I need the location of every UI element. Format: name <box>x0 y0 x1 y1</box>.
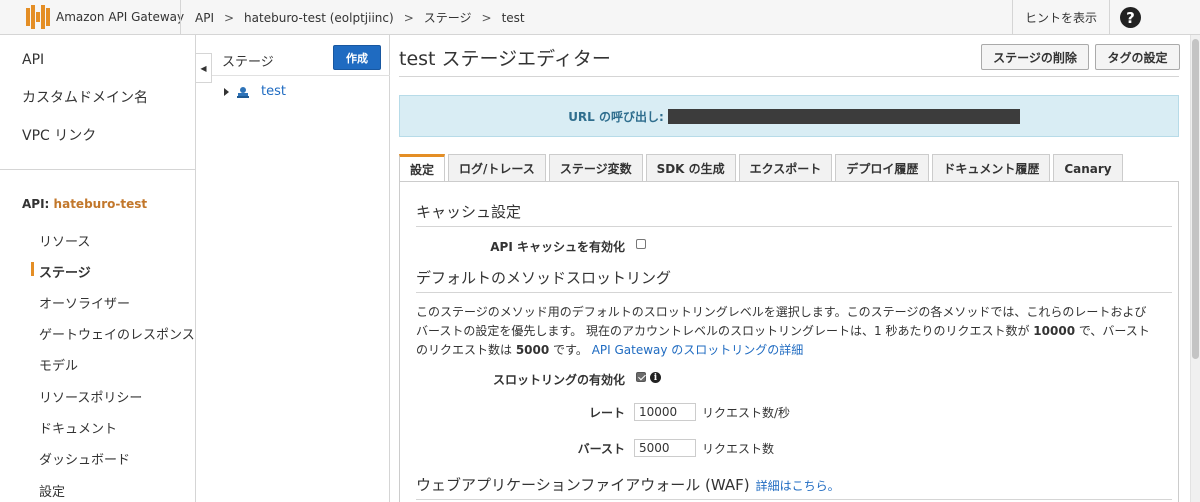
nav-item-dashboard[interactable]: ダッシュボード <box>39 449 130 468</box>
account-rate-value: 10000 <box>1033 324 1076 338</box>
divider <box>0 169 196 170</box>
top-bar: Amazon API Gateway API > hateburo-test (… <box>0 0 1200 35</box>
waf-heading: ウェブアプリケーションファイアウォール (WAF) 詳細はこちら。 <box>416 474 840 495</box>
stages-panel: ステージ 作成 test <box>212 35 390 502</box>
stage-tree-label[interactable]: test <box>261 84 286 99</box>
help-icon[interactable]: ? <box>1120 7 1141 28</box>
breadcrumb-api-name[interactable]: hateburo-test (eolptjiinc) <box>244 11 394 25</box>
nav-item-documentation[interactable]: ドキュメント <box>39 418 117 437</box>
api-cache-label: API キャッシュを有効化 <box>490 240 625 254</box>
tab-export[interactable]: エクスポート <box>738 154 833 182</box>
breadcrumb-stages[interactable]: ステージ <box>424 9 472 26</box>
tag-settings-button[interactable]: タグの設定 <box>1095 44 1180 70</box>
stage-editor: test ステージエディター ステージの削除 タグの設定 URL の呼び出し: … <box>390 35 1190 502</box>
collapse-sidebar-icon[interactable]: ◀ <box>196 53 212 83</box>
stages-panel-title: ステージ <box>222 55 274 70</box>
nav-item-gateway-responses[interactable]: ゲートウェイのレスポンス <box>39 324 195 343</box>
breadcrumb-api[interactable]: API <box>195 11 214 25</box>
tab-sdk-generation[interactable]: SDK の生成 <box>645 154 736 182</box>
delete-stage-button[interactable]: ステージの削除 <box>981 44 1089 70</box>
divider <box>416 226 1172 227</box>
create-stage-button[interactable]: 作成 <box>333 45 381 70</box>
tab-canary[interactable]: Canary <box>1053 154 1123 182</box>
scrollbar-thumb[interactable] <box>1192 39 1199 359</box>
burst-label: バースト <box>577 442 625 456</box>
throttling-enable-label: スロットリングの有効化 <box>492 373 625 387</box>
redacted-url <box>667 108 1020 124</box>
burst-unit: リクエスト数 <box>702 442 775 456</box>
show-hints-label: ヒントを表示 <box>1024 11 1097 25</box>
divider <box>399 76 1179 77</box>
nav-item-settings[interactable]: 設定 <box>39 481 65 500</box>
nav-item-stages[interactable]: ステージ <box>39 262 91 281</box>
throttling-heading: デフォルトのメソッドスロットリング <box>416 269 672 287</box>
expand-caret-icon[interactable] <box>224 87 229 96</box>
divider <box>180 0 181 35</box>
burst-input[interactable] <box>634 439 696 457</box>
account-burst-value: 5000 <box>515 343 550 357</box>
info-icon[interactable]: i <box>650 372 661 383</box>
api-name: hateburo-test <box>53 197 148 211</box>
stage-tree-item[interactable]: test <box>224 84 286 99</box>
nav-item-custom-domain[interactable]: カスタムドメイン名 <box>22 87 148 107</box>
tab-documentation-history[interactable]: ドキュメント履歴 <box>932 154 1051 182</box>
page-title: test ステージエディター <box>399 48 611 70</box>
page-scrollbar[interactable] <box>1190 35 1200 502</box>
invoke-url-label: URL の呼び出し: <box>568 109 664 124</box>
tab-logs-tracing[interactable]: ログ/トレース <box>448 154 546 182</box>
rate-label: レート <box>588 406 625 420</box>
nav-item-api[interactable]: API <box>22 52 44 68</box>
brand-name[interactable]: Amazon API Gateway <box>56 10 184 24</box>
api-cache-checkbox[interactable] <box>636 239 646 249</box>
waf-details-link[interactable]: 詳細はこちら。 <box>756 479 840 493</box>
rate-unit: リクエスト数/秒 <box>702 406 791 420</box>
throttling-description-text-3: です。 <box>549 343 588 357</box>
nav-item-authorizers[interactable]: オーソライザー <box>39 293 130 312</box>
active-indicator <box>31 262 34 276</box>
throttling-details-link[interactable]: API Gateway のスロットリングの詳細 <box>592 343 804 357</box>
invoke-url-box: URL の呼び出し: <box>399 95 1179 137</box>
api-prefix: API: <box>22 197 50 211</box>
breadcrumb-stage: test <box>501 10 525 25</box>
nav-item-resource-policy[interactable]: リソースポリシー <box>39 387 142 406</box>
tab-deployment-history[interactable]: デプロイ履歴 <box>835 154 930 182</box>
stage-icon <box>237 86 249 98</box>
nav-item-models[interactable]: モデル <box>39 355 78 374</box>
divider <box>416 292 1172 293</box>
breadcrumb-separator: > <box>223 10 235 25</box>
throttling-checkbox[interactable] <box>636 372 646 382</box>
api-gateway-logo-icon[interactable] <box>26 5 50 29</box>
nav-item-vpc-link[interactable]: VPC リンク <box>22 125 96 145</box>
breadcrumb-separator: > <box>481 10 492 25</box>
divider <box>212 75 390 76</box>
breadcrumb: API > hateburo-test (eolptjiinc) > ステージ … <box>195 0 525 35</box>
settings-panel: キャッシュ設定 API キャッシュを有効化 デフォルトのメソッドスロットリング … <box>399 181 1179 502</box>
tab-stage-variables[interactable]: ステージ変数 <box>548 154 643 182</box>
rate-input[interactable] <box>634 403 696 421</box>
nav-api-heading[interactable]: API: hateburo-test <box>22 197 147 211</box>
waf-heading-text: ウェブアプリケーションファイアウォール (WAF) <box>416 476 750 494</box>
tab-bar: 設定 ログ/トレース ステージ変数 SDK の生成 エクスポート デプロイ履歴 … <box>399 154 1126 182</box>
left-navigation: API カスタムドメイン名 VPC リンク API: hateburo-test… <box>0 35 196 502</box>
throttling-description: このステージのメソッド用のデフォルトのスロットリングレベルを選択します。このステ… <box>416 303 1156 360</box>
divider <box>416 499 1172 500</box>
cache-settings-heading: キャッシュ設定 <box>416 203 522 221</box>
nav-item-resources[interactable]: リソース <box>39 231 90 250</box>
breadcrumb-separator: > <box>403 10 414 25</box>
show-hints-button[interactable]: ヒントを表示 <box>1012 0 1110 35</box>
tab-settings[interactable]: 設定 <box>399 154 446 182</box>
